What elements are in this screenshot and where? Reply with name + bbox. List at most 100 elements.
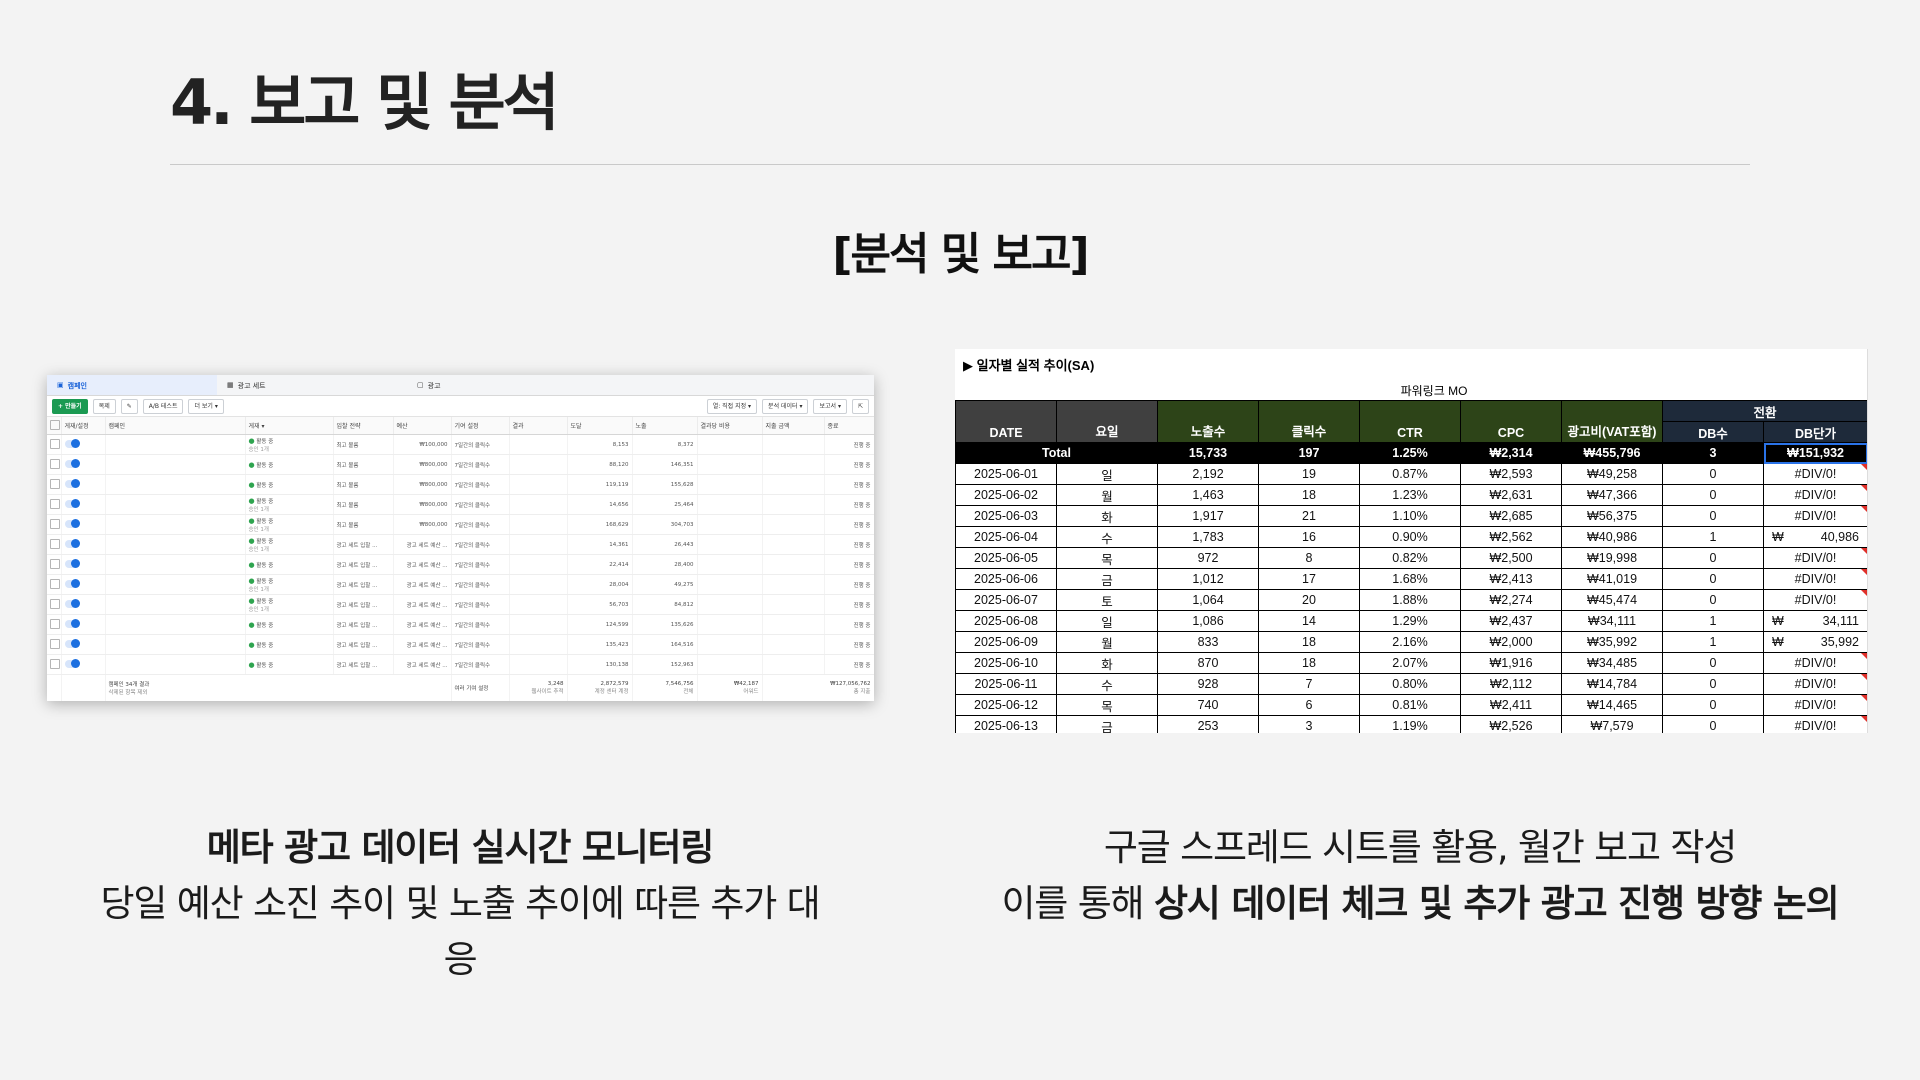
meta-table-row[interactable]: ● 활동 중 광고 세트 입찰 ... 광고 세트 예산 ... 7일간의 클릭수 12… xyxy=(47,614,874,635)
meta-table-row[interactable]: ● 활동 중 승인 1개 광고 세트 입찰 ... 광고 세트 예산 ... 7일간의 … xyxy=(47,594,874,615)
cell-ctr[interactable]: 0.87% xyxy=(1359,463,1461,485)
cell-cpc[interactable]: ₩2,562 xyxy=(1460,526,1562,548)
cell-ctr[interactable]: 0.90% xyxy=(1359,526,1461,548)
db-cost-cell[interactable]: ₩34,111 xyxy=(1762,610,1867,632)
col-date[interactable]: DATE xyxy=(955,400,1057,443)
cell-clicks[interactable]: 21 xyxy=(1258,505,1360,527)
cell-date[interactable]: 2025-06-06 xyxy=(955,568,1057,590)
cell-clicks[interactable]: 14 xyxy=(1258,610,1360,632)
delivery-toggle[interactable] xyxy=(64,639,80,648)
sheet-data-row[interactable]: 2025-06-06 금 1,012 17 1.68% ₩2,413 ₩41,019 0 #DI… xyxy=(955,568,1867,590)
row-checkbox[interactable] xyxy=(50,578,60,589)
campaign-name[interactable] xyxy=(105,434,246,455)
tab-campaigns[interactable]: ▣ 캠페인 xyxy=(47,375,217,395)
cell-date[interactable]: 2025-06-12 xyxy=(955,694,1057,716)
breakdown-dropdown[interactable]: 분석 데이터 ▾ xyxy=(762,398,809,414)
cell-weekday[interactable]: 목 xyxy=(1056,694,1158,716)
delivery-toggle[interactable] xyxy=(64,659,80,668)
cell-impressions[interactable]: 1,463 xyxy=(1157,484,1259,506)
sheet-data-row[interactable]: 2025-06-01 일 2,192 19 0.87% ₩2,593 ₩49,258 0 #DI… xyxy=(955,463,1867,485)
campaign-name[interactable] xyxy=(105,614,246,635)
col-cpc[interactable]: CPC xyxy=(1460,400,1562,443)
col-clicks[interactable]: 클릭수 xyxy=(1258,400,1360,443)
meta-table-row[interactable]: ● 활동 중 승인 1개 최고 볼륨 ₩100,000 7일간의 클릭수 8,153 8,3… xyxy=(47,434,874,455)
cell-impressions[interactable]: 1,012 xyxy=(1157,568,1259,590)
cell-ad-cost[interactable]: ₩35,992 xyxy=(1561,631,1663,653)
row-checkbox[interactable] xyxy=(50,638,60,649)
cell-date[interactable]: 2025-06-11 xyxy=(955,673,1057,695)
cell-date[interactable]: 2025-06-10 xyxy=(955,652,1057,674)
campaign-name[interactable] xyxy=(105,514,246,535)
delivery-toggle[interactable] xyxy=(64,539,80,548)
cell-ad-cost[interactable]: ₩56,375 xyxy=(1561,505,1663,527)
sheet-data-row[interactable]: 2025-06-10 화 870 18 2.07% ₩1,916 ₩34,485 0 #DIV/… xyxy=(955,652,1867,674)
cell-ctr[interactable]: 0.81% xyxy=(1359,694,1461,716)
sheet-data-row[interactable]: 2025-06-07 토 1,064 20 1.88% ₩2,274 ₩45,474 0 #DI… xyxy=(955,589,1867,611)
campaign-name[interactable] xyxy=(105,494,246,515)
meta-col-header[interactable]: 게재/설정 xyxy=(61,417,106,435)
meta-col-header[interactable]: 도달 xyxy=(567,417,633,435)
col-ad-cost[interactable]: 광고비(VAT포함) xyxy=(1561,400,1663,443)
col-db-unit-cost[interactable]: DB단가 xyxy=(1762,421,1867,443)
cell-impressions[interactable]: 870 xyxy=(1157,652,1259,674)
cell-impressions[interactable]: 1,086 xyxy=(1157,610,1259,632)
cell-db-count[interactable]: 0 xyxy=(1662,505,1764,527)
cell-ctr[interactable]: 1.88% xyxy=(1359,589,1461,611)
cell-ctr[interactable]: 1.68% xyxy=(1359,568,1461,590)
columns-dropdown[interactable]: 열: 직접 지정 ▾ xyxy=(706,398,758,414)
meta-table-row[interactable]: ● 활동 중 광고 세트 입찰 ... 광고 세트 예산 ... 7일간의 클릭수 13… xyxy=(47,634,874,655)
campaign-name[interactable] xyxy=(105,574,246,595)
meta-col-header[interactable]: 지출 금액 xyxy=(762,417,825,435)
sheet-data-row[interactable]: 2025-06-05 목 972 8 0.82% ₩2,500 ₩19,998 0 #DIV/0… xyxy=(955,547,1867,569)
cell-weekday[interactable]: 수 xyxy=(1056,526,1158,548)
cell-db-count[interactable]: 1 xyxy=(1662,631,1764,653)
campaign-name[interactable] xyxy=(105,534,246,555)
delivery-toggle[interactable] xyxy=(64,439,80,448)
cell-date[interactable]: 2025-06-07 xyxy=(955,589,1057,611)
meta-col-header[interactable]: 예산 xyxy=(393,417,452,435)
meta-col-header[interactable]: 기여 설정 xyxy=(451,417,510,435)
cell-weekday[interactable]: 금 xyxy=(1056,568,1158,590)
row-checkbox[interactable] xyxy=(50,618,60,629)
meta-col-header[interactable]: 캠페인 xyxy=(105,417,246,435)
cell-db-count[interactable]: 1 xyxy=(1662,526,1764,548)
cell-date[interactable]: 2025-06-08 xyxy=(955,610,1057,632)
row-checkbox[interactable] xyxy=(50,498,60,509)
delivery-toggle[interactable] xyxy=(64,559,80,568)
cell-date[interactable]: 2025-06-13 xyxy=(955,715,1057,733)
meta-table-row[interactable]: ● 활동 중 승인 1개 최고 볼륨 ₩800,000 7일간의 클릭수 14,656 25… xyxy=(47,494,874,515)
cell-cpc[interactable]: ₩2,413 xyxy=(1460,568,1562,590)
cell-cpc[interactable]: ₩2,685 xyxy=(1460,505,1562,527)
cell-ctr[interactable]: 1.10% xyxy=(1359,505,1461,527)
meta-col-header[interactable]: 결과 xyxy=(509,417,568,435)
sheet-data-row[interactable]: 2025-06-11 수 928 7 0.80% ₩2,112 ₩14,784 0 #DIV/0… xyxy=(955,673,1867,695)
cell-impressions[interactable]: 1,783 xyxy=(1157,526,1259,548)
delivery-toggle[interactable] xyxy=(64,619,80,628)
cell-cpc[interactable]: ₩2,593 xyxy=(1460,463,1562,485)
sheet-data-row[interactable]: 2025-06-02 월 1,463 18 1.23% ₩2,631 ₩47,366 0 #DI… xyxy=(955,484,1867,506)
cell-impressions[interactable]: 1,917 xyxy=(1157,505,1259,527)
col-db-count[interactable]: DB수 xyxy=(1662,421,1764,443)
campaign-name[interactable] xyxy=(105,554,246,575)
meta-col-header[interactable] xyxy=(47,417,62,435)
cell-ctr[interactable]: 1.29% xyxy=(1359,610,1461,632)
db-cost-cell[interactable]: #DIV/0! xyxy=(1762,568,1867,590)
create-button[interactable]: + 만들기 xyxy=(52,398,88,414)
ab-test-button[interactable]: A/B 테스트 xyxy=(142,398,184,414)
cell-weekday[interactable]: 일 xyxy=(1056,610,1158,632)
total-row[interactable]: Total 15,733 197 1.25% ₩2,314 ₩455,796 3… xyxy=(955,442,1867,464)
cell-ctr[interactable]: 0.80% xyxy=(1359,673,1461,695)
meta-table-row[interactable]: ● 활동 중 승인 1개 광고 세트 입찰 ... 광고 세트 예산 ... 7일간의 … xyxy=(47,534,874,555)
campaign-name[interactable] xyxy=(105,594,246,615)
cell-cpc[interactable]: ₩2,000 xyxy=(1460,631,1562,653)
row-checkbox[interactable] xyxy=(50,538,60,549)
cell-ad-cost[interactable]: ₩49,258 xyxy=(1561,463,1663,485)
cell-ctr[interactable]: 2.07% xyxy=(1359,652,1461,674)
sheet-data-row[interactable]: 2025-06-08 일 1,086 14 1.29% ₩2,437 ₩34,111 1 ₩34… xyxy=(955,610,1867,632)
cell-ad-cost[interactable]: ₩34,111 xyxy=(1561,610,1663,632)
cell-date[interactable]: 2025-06-01 xyxy=(955,463,1057,485)
db-cost-cell[interactable]: #DIV/0! xyxy=(1762,547,1867,569)
sheet-data-row[interactable]: 2025-06-13 금 253 3 1.19% ₩2,526 ₩7,579 0 #DIV/0! xyxy=(955,715,1867,733)
cell-impressions[interactable]: 740 xyxy=(1157,694,1259,716)
campaign-name[interactable] xyxy=(105,654,246,675)
